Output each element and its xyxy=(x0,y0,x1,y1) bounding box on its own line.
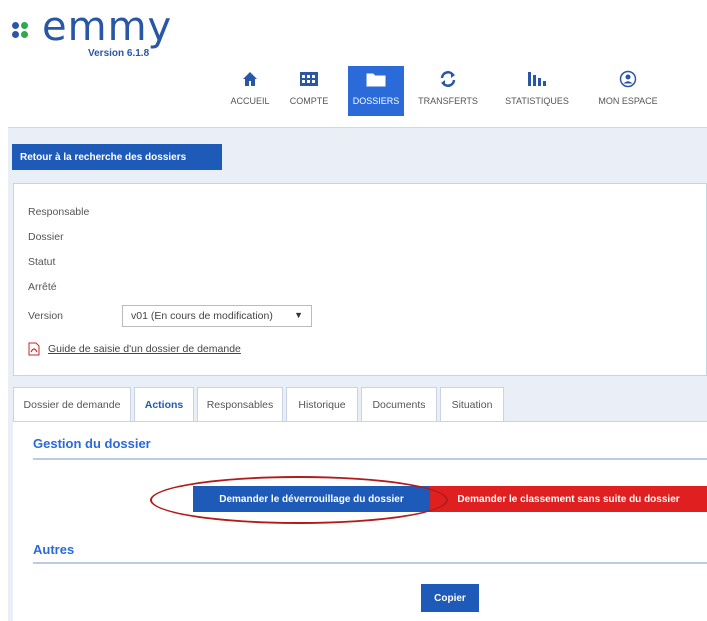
copy-button[interactable]: Copier xyxy=(421,584,479,612)
guide-link[interactable]: Guide de saisie d'un dossier de demande xyxy=(28,342,241,356)
back-to-search-button[interactable]: Retour à la recherche des dossiers xyxy=(12,144,222,170)
label-version: Version xyxy=(28,310,64,322)
tab-historique[interactable]: Historique xyxy=(286,387,358,421)
chevron-down-icon: ▼ xyxy=(294,310,303,320)
request-closure-button[interactable]: Demander le classement sans suite du dos… xyxy=(430,486,707,512)
version-select[interactable]: v01 (En cours de modification) ▼ xyxy=(122,305,312,327)
tab-documents[interactable]: Documents xyxy=(361,387,437,421)
tab-actions[interactable]: Actions xyxy=(134,387,194,421)
pdf-icon xyxy=(28,342,40,356)
label-responsable: Responsable xyxy=(28,206,90,218)
request-unlock-button[interactable]: Demander le déverrouillage du dossier xyxy=(193,486,430,512)
label-statut: Statut xyxy=(28,256,56,268)
label-dossier: Dossier xyxy=(28,231,64,243)
nav-label: COMPTE xyxy=(289,96,329,106)
actions-content: Gestion du dossier Demander le déverroui… xyxy=(13,421,707,621)
emmy-logo: emmy Version 6.1.8 xyxy=(8,4,178,62)
nav-dossiers[interactable]: DOSSIERS xyxy=(348,66,404,116)
transfer-icon xyxy=(437,68,459,90)
version-value: v01 (En cours de modification) xyxy=(131,310,273,322)
tab-dossier-de-demande[interactable]: Dossier de demande xyxy=(13,387,131,421)
dossier-info: Responsable Dossier Statut Arrêté Versio… xyxy=(13,183,707,376)
logo-dots xyxy=(12,22,38,42)
nav-label: MON ESPACE xyxy=(598,96,658,106)
nav-statistiques[interactable]: STATISTIQUES xyxy=(494,66,580,116)
section-title-autres: Autres xyxy=(33,542,75,557)
section-title-gestion: Gestion du dossier xyxy=(33,436,151,451)
guide-link-text: Guide de saisie d'un dossier de demande xyxy=(48,343,241,355)
nav-transferts[interactable]: TRANSFERTS xyxy=(408,66,488,116)
logo-text: emmy xyxy=(42,4,173,50)
main-panel: Retour à la recherche des dossiers Respo… xyxy=(8,127,707,621)
nav-mon-espace[interactable]: MON ESPACE xyxy=(588,66,668,116)
nav-label: ACCUEIL xyxy=(230,96,270,106)
stats-icon xyxy=(526,68,548,90)
section-divider xyxy=(33,562,707,564)
section-divider xyxy=(33,458,707,460)
folder-icon xyxy=(365,68,387,90)
tab-situation[interactable]: Situation xyxy=(440,387,504,421)
account-icon xyxy=(298,68,320,90)
nav-label: DOSSIERS xyxy=(352,96,400,106)
user-icon xyxy=(617,68,639,90)
version-label: Version 6.1.8 xyxy=(88,48,150,59)
home-icon xyxy=(239,68,261,90)
top-navigation: ACCUEIL COMPTE DOSSIERS TRANSFERTS STATI… xyxy=(222,66,668,116)
tab-responsables[interactable]: Responsables xyxy=(197,387,283,421)
nav-label: TRANSFERTS xyxy=(418,96,478,106)
nav-compte[interactable]: COMPTE xyxy=(278,66,340,116)
nav-accueil[interactable]: ACCUEIL xyxy=(222,66,278,116)
tab-bar: Dossier de demande Actions Responsables … xyxy=(13,387,507,421)
label-arrete: Arrêté xyxy=(28,281,57,293)
nav-label: STATISTIQUES xyxy=(505,96,569,106)
